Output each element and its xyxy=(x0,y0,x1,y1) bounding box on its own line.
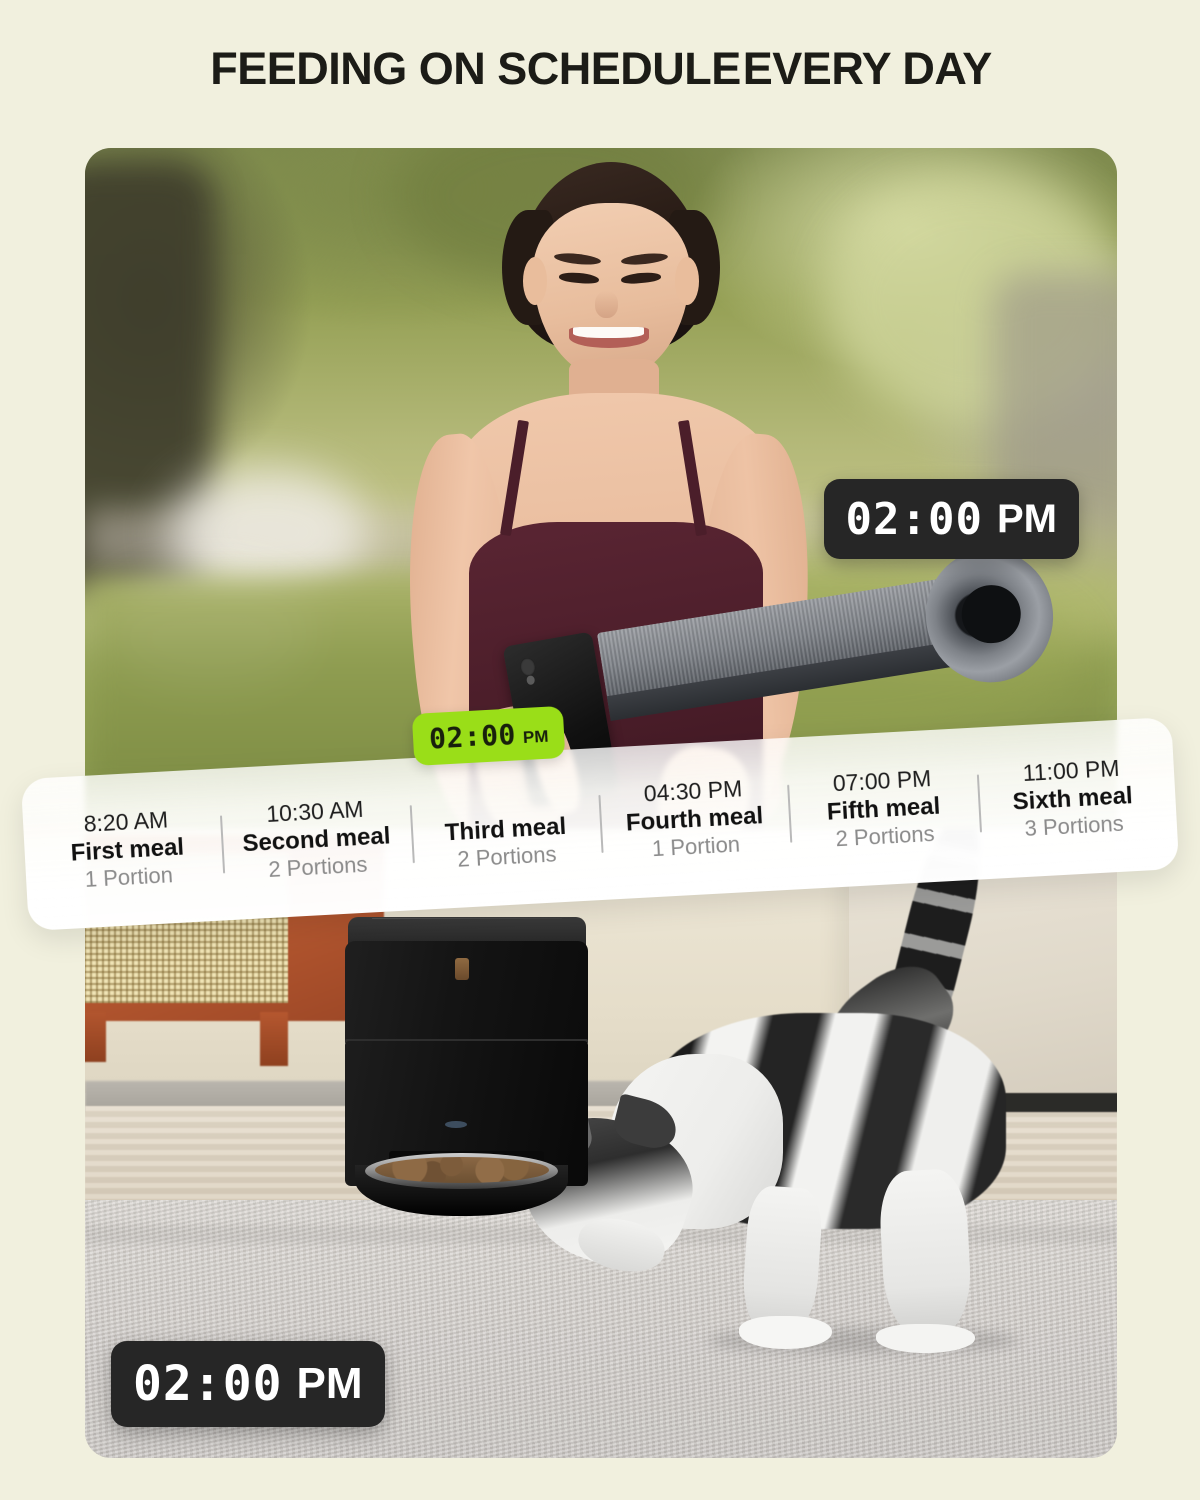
active-badge-digits: 02:00 xyxy=(428,717,517,756)
cat xyxy=(498,829,1117,1354)
feeder-hopper xyxy=(345,941,589,1044)
cat-front-paw xyxy=(739,1315,833,1349)
woman-nose xyxy=(594,291,619,319)
feeder-power-button[interactable] xyxy=(444,1120,467,1128)
timeline-item-1[interactable]: 8:20 AM First meal 1 Portion xyxy=(31,802,225,896)
page-header: FEEDING ON SCHEDULE EVERY DAY xyxy=(0,38,1200,100)
automatic-pet-feeder xyxy=(343,917,591,1219)
page-title: FEEDING ON SCHEDULE EVERY DAY xyxy=(204,38,992,100)
timeline-item-6[interactable]: 11:00 PM Sixth meal 3 Portions xyxy=(976,751,1170,845)
phone-camera-icon xyxy=(519,656,537,677)
clock-digits-top-right: 02:00 xyxy=(845,493,983,545)
clock-digits-bottom-left: 02:00 xyxy=(133,1356,283,1412)
feeder-lid-highlight xyxy=(371,917,562,919)
cat-hind-leg xyxy=(877,1168,973,1339)
woman-ear-right xyxy=(675,257,700,305)
timeline-item-3-active[interactable]: 02:00 PM Third meal 2 Portions xyxy=(409,782,603,876)
cabinet-leg-right xyxy=(260,1012,289,1067)
woman-teeth xyxy=(573,326,645,338)
timeline-item-2[interactable]: 10:30 AM Second meal 2 Portions xyxy=(220,792,414,886)
woman-ear-left xyxy=(523,257,548,305)
cat-hind-paw xyxy=(875,1324,975,1354)
cabinet-leg-left xyxy=(85,1012,106,1062)
page-root: FEEDING ON SCHEDULE EVERY DAY 02:00 PM 0… xyxy=(0,0,1200,1500)
timeline-item-4[interactable]: 04:30 PM Fourth meal 1 Portion xyxy=(598,772,792,866)
page-title-highlight: FEEDING ON SCHEDULE xyxy=(204,38,747,100)
kibble-food xyxy=(375,1157,549,1183)
timeline-item-5[interactable]: 07:00 PM Fifth meal 2 Portions xyxy=(787,762,981,856)
page-title-plain: EVERY DAY xyxy=(742,43,992,94)
clock-badge-bottom-left: 02:00 PM xyxy=(111,1341,385,1427)
phone-camera-secondary-icon xyxy=(526,674,536,686)
clock-ampm-bottom-left: PM xyxy=(296,1359,363,1408)
active-meal-badge[interactable]: 02:00 PM xyxy=(411,705,566,766)
active-badge-ampm: PM xyxy=(522,726,549,748)
clock-ampm-top-right: PM xyxy=(997,496,1057,541)
clock-badge-top-right: 02:00 PM xyxy=(823,479,1079,559)
feeder-food-window xyxy=(454,957,470,981)
